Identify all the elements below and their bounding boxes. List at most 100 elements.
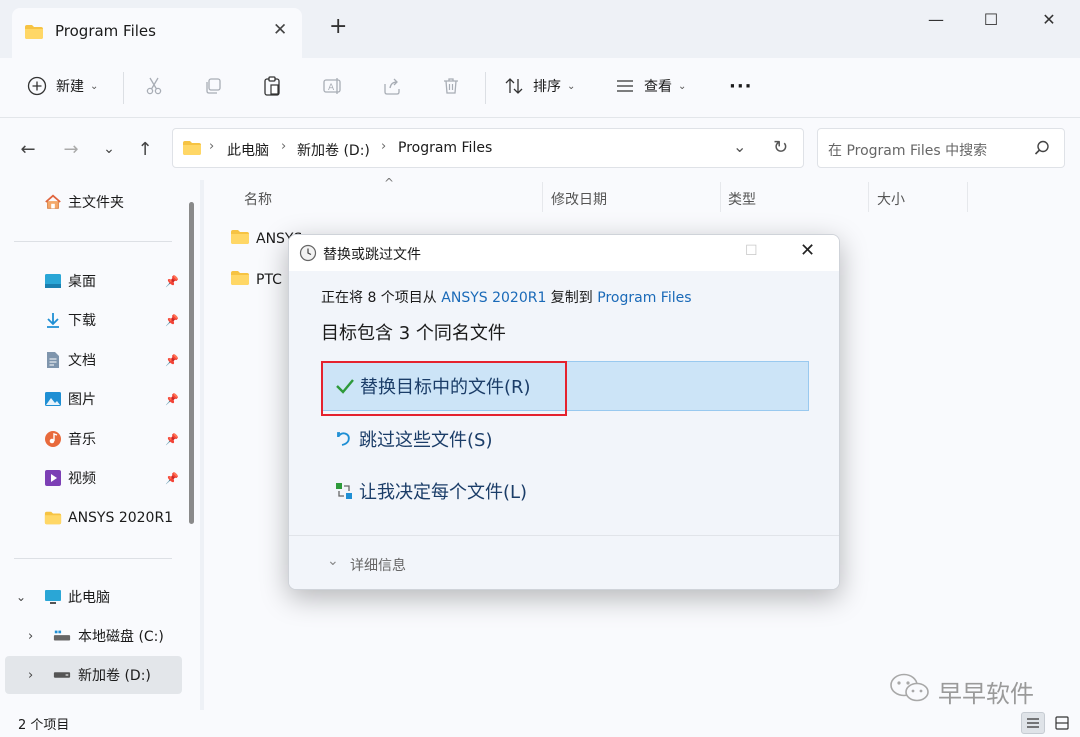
dialog-footer: ⌄ 详细信息 xyxy=(289,535,839,589)
sidebar-item-drive-d[interactable]: › 新加卷 (D:) xyxy=(5,656,182,694)
sidebar-divider xyxy=(14,558,172,559)
address-row: ← → ⌄ ↑ › 此电脑 › 新加卷 (D:) › Program Files… xyxy=(0,118,1080,180)
sidebar-item-pictures[interactable]: 图片 📌 xyxy=(0,380,200,418)
sidebar-divider xyxy=(14,241,172,242)
sidebar-item-this-pc[interactable]: ⌄ 此电脑 xyxy=(0,578,200,616)
back-arrow-icon[interactable]: ← xyxy=(17,138,39,160)
details-view-icon[interactable] xyxy=(1021,712,1045,734)
sidebar-item-videos[interactable]: 视频 📌 xyxy=(0,459,200,497)
search-input[interactable]: 在 Program Files 中搜索 xyxy=(828,140,987,160)
folder-icon xyxy=(182,140,202,160)
close-window-button[interactable]: ✕ xyxy=(1034,10,1064,30)
column-divider[interactable] xyxy=(720,182,721,212)
up-arrow-icon[interactable]: ↑ xyxy=(134,138,156,160)
item-count: 2 个项目 xyxy=(18,718,70,733)
refresh-icon[interactable]: ↻ xyxy=(773,137,788,158)
view-icon xyxy=(614,75,636,97)
dialog-title-bar: 替换或跳过文件 ☐ ✕ xyxy=(289,235,839,271)
pictures-icon xyxy=(44,390,62,408)
recent-chevron-icon[interactable]: ⌄ xyxy=(98,138,120,160)
column-divider[interactable] xyxy=(967,182,968,212)
copy-progress-text: 正在将 8 个项目从 ANSYS 2020R1 复制到 Program File… xyxy=(321,287,692,307)
address-bar[interactable]: › 此电脑 › 新加卷 (D:) › Program Files ⌄ ↻ xyxy=(172,128,804,168)
sidebar-item-label: ANSYS 2020R1 xyxy=(68,510,174,526)
column-header-name[interactable]: 名称 xyxy=(244,189,272,209)
dialog-maximize-button[interactable]: ☐ xyxy=(745,243,758,259)
file-name: PTC xyxy=(256,272,282,288)
sidebar-item-documents[interactable]: 文档 📌 xyxy=(0,341,200,379)
folder-icon xyxy=(24,24,44,44)
watermark: 早早软件 xyxy=(888,671,1034,711)
dialog-close-button[interactable]: ✕ xyxy=(800,240,815,261)
tab-title: Program Files xyxy=(55,22,156,40)
maximize-button[interactable]: ☐ xyxy=(976,10,1006,30)
view-button[interactable]: 查看 ⌄ xyxy=(614,70,686,102)
video-icon xyxy=(44,469,62,487)
toolbar-divider xyxy=(485,72,486,104)
skip-icon xyxy=(333,428,355,450)
tab-close-icon[interactable]: ✕ xyxy=(273,20,287,40)
cut-icon[interactable] xyxy=(144,70,164,102)
column-divider[interactable] xyxy=(542,182,543,212)
toolbar-divider xyxy=(123,72,124,104)
sidebar-item-drive-c[interactable]: › 本地磁盘 (C:) xyxy=(0,617,200,655)
column-divider[interactable] xyxy=(868,182,869,212)
new-button[interactable]: 新建 ⌄ xyxy=(26,70,98,102)
collapse-chevron-icon[interactable]: › xyxy=(28,668,33,683)
search-box[interactable]: 在 Program Files 中搜索 xyxy=(817,128,1065,168)
plus-circle-icon xyxy=(26,75,48,97)
tiles-view-icon[interactable] xyxy=(1050,712,1074,734)
share-icon[interactable] xyxy=(382,70,402,102)
column-header-type[interactable]: 类型 xyxy=(728,189,756,209)
breadcrumb-program-files[interactable]: Program Files xyxy=(398,140,492,156)
pin-icon: 📌 xyxy=(165,353,179,367)
decide-each-file-option[interactable]: 让我决定每个文件(L) xyxy=(321,466,809,516)
skip-files-option[interactable]: 跳过这些文件(S) xyxy=(321,414,809,464)
sidebar-item-label: 下载 xyxy=(68,313,96,329)
paste-icon[interactable] xyxy=(262,70,282,102)
breadcrumb-this-pc[interactable]: 此电脑 xyxy=(227,140,269,160)
document-icon xyxy=(44,351,62,369)
clock-icon xyxy=(299,244,317,266)
computer-icon xyxy=(44,588,62,606)
sidebar-item-label: 音乐 xyxy=(68,432,96,448)
sort-button[interactable]: 排序 ⌄ xyxy=(503,70,575,102)
collapse-chevron-icon[interactable]: › xyxy=(28,629,33,644)
home-icon xyxy=(44,193,62,211)
expand-chevron-icon[interactable]: ⌄ xyxy=(16,590,26,604)
sidebar-item-ansys[interactable]: ANSYS 2020R1 xyxy=(0,499,200,537)
sidebar-item-downloads[interactable]: 下载 📌 xyxy=(0,301,200,339)
command-bar: 新建 ⌄ A 排序 ⌄ 查看 ⌄ ··· xyxy=(0,58,1080,118)
copy-icon[interactable] xyxy=(203,70,223,102)
new-tab-button[interactable]: + xyxy=(329,16,347,38)
sidebar-item-label: 视频 xyxy=(68,471,96,487)
column-header-size[interactable]: 大小 xyxy=(877,189,905,209)
more-details-toggle[interactable]: 详细信息 xyxy=(350,555,406,575)
title-bar: Program Files ✕ + — ☐ ✕ xyxy=(0,0,1080,58)
destination-folder-link[interactable]: Program Files xyxy=(597,290,691,306)
address-dropdown-chevron-icon[interactable]: ⌄ xyxy=(733,137,746,156)
sidebar-item-home[interactable]: 主文件夹 xyxy=(0,183,200,221)
replace-or-skip-dialog: 替换或跳过文件 ☐ ✕ 正在将 8 个项目从 ANSYS 2020R1 复制到 … xyxy=(288,234,840,590)
list-item[interactable]: PTC xyxy=(230,267,282,293)
expand-details-chevron-icon[interactable]: ⌄ xyxy=(327,553,339,569)
more-options-button[interactable]: ··· xyxy=(729,70,753,102)
tab-program-files[interactable]: Program Files ✕ xyxy=(12,8,302,58)
forward-arrow-icon[interactable]: → xyxy=(60,138,82,160)
column-header-date[interactable]: 修改日期 xyxy=(551,189,607,209)
breadcrumb-drive-d[interactable]: 新加卷 (D:) xyxy=(297,140,370,160)
folder-icon xyxy=(44,509,62,527)
wechat-icon xyxy=(888,671,932,711)
rename-icon[interactable]: A xyxy=(322,70,344,102)
compare-icon xyxy=(333,480,355,502)
view-label: 查看 xyxy=(644,79,672,95)
breadcrumb-chevron-icon: › xyxy=(281,139,287,154)
sidebar-scrollbar[interactable] xyxy=(189,202,194,524)
sidebar-item-desktop[interactable]: 桌面 📌 xyxy=(0,262,200,300)
delete-icon[interactable] xyxy=(441,70,461,102)
source-folder-link[interactable]: ANSYS 2020R1 xyxy=(441,290,546,306)
new-label: 新建 xyxy=(56,79,84,95)
minimize-button[interactable]: — xyxy=(921,10,951,30)
drive-icon xyxy=(53,627,71,645)
sidebar-item-music[interactable]: 音乐 📌 xyxy=(0,420,200,458)
